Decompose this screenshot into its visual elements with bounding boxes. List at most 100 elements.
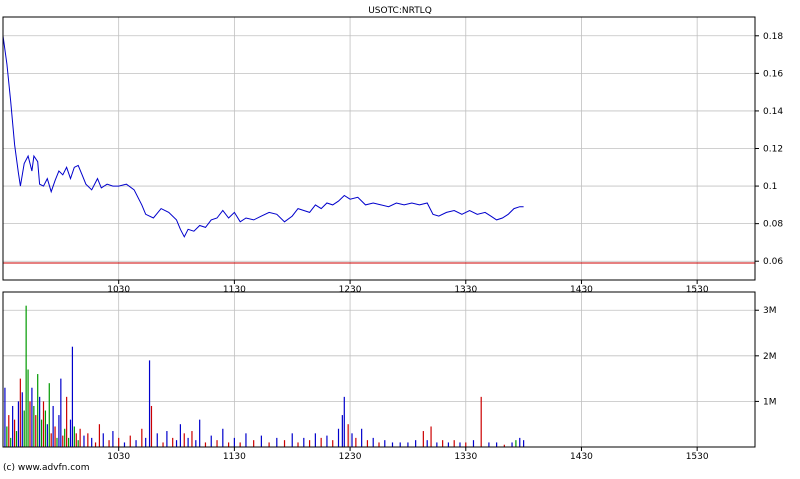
volume-bar: [148, 360, 151, 447]
volume-bar: [37, 374, 39, 447]
volume-bar: [415, 440, 417, 447]
volume-bar: [341, 415, 343, 447]
volume-bar: [27, 369, 29, 447]
volume-bar: [216, 440, 218, 447]
volume-bar: [179, 424, 181, 447]
volume-bar: [511, 442, 513, 447]
volume-bar: [523, 440, 525, 447]
volume-bar: [39, 396, 41, 447]
volume-bar: [79, 428, 81, 447]
volume-bar: [347, 424, 349, 447]
volume-bar: [19, 378, 21, 447]
volume-bar: [426, 440, 428, 447]
volume-bar: [156, 433, 158, 447]
volume-bar: [62, 435, 64, 447]
volume-bar: [29, 401, 31, 447]
volume-bar: [472, 440, 475, 447]
volume-bar: [48, 383, 50, 447]
volume-bar: [23, 410, 25, 447]
volume-bar: [291, 433, 293, 447]
footer-copyright: (c) www.advfn.com: [3, 463, 89, 473]
volume-bar: [4, 387, 6, 447]
price-panel: 0.060.080.10.120.140.160.181030 1130 1230 1…: [2, 16, 783, 295]
chart-root: 0.06 0.08 0.1 0.12 0.14 0.16 0.18 1030 1130 1230 1…: [0, 0, 800, 475]
chart-title: USOTC:NRTLQ: [368, 6, 432, 16]
volume-x-tick-label: 1230: [339, 452, 362, 462]
volume-bar: [15, 431, 18, 447]
volume-bar: [112, 431, 114, 447]
price-y-tick-label: 0.08: [763, 220, 783, 230]
volume-bar: [118, 437, 120, 447]
volume-bar: [442, 440, 444, 447]
volume-bar: [35, 415, 37, 447]
volume-bar: [166, 431, 168, 447]
volume-bar: [326, 435, 328, 447]
volume-bar: [162, 442, 164, 447]
volume-x-tick-label: 1530: [686, 452, 709, 462]
volume-y-tick-label: 1M: [763, 397, 777, 407]
price-y-tick-label: 0.14: [763, 107, 783, 117]
volume-bar: [337, 428, 340, 447]
volume-bar: [135, 440, 137, 447]
volume-bar: [21, 392, 23, 447]
volume-bar: [195, 440, 197, 447]
volume-bar: [71, 346, 74, 447]
volume-bar: [31, 387, 33, 447]
volume-x-tick-label: 1130: [223, 452, 246, 462]
volume-bar: [430, 426, 432, 447]
volume-bar: [13, 419, 16, 447]
volume-bar: [407, 442, 409, 447]
volume-bar: [399, 442, 401, 447]
volume-bar: [465, 442, 467, 447]
volume-bar: [351, 433, 353, 447]
volume-bar: [199, 419, 201, 447]
volume-bar: [453, 440, 455, 447]
volume-bar: [98, 424, 101, 447]
volume-bar: [204, 442, 207, 447]
volume-bar: [303, 437, 305, 447]
volume-bar: [94, 442, 97, 447]
volume-bar: [60, 378, 62, 447]
volume-bar: [129, 435, 131, 447]
volume-plot-area: [3, 292, 755, 447]
volume-bar: [187, 437, 189, 447]
volume-bar: [366, 440, 369, 447]
volume-bar: [123, 442, 126, 447]
volume-bar: [91, 437, 93, 447]
volume-bar: [52, 405, 54, 447]
volume-bar: [314, 433, 316, 447]
volume-bar: [69, 419, 72, 447]
volume-bar: [73, 426, 75, 447]
volume-bar: [276, 437, 278, 447]
volume-bar: [245, 433, 247, 447]
volume-bar: [75, 433, 77, 447]
volume-bar: [391, 442, 394, 447]
volume-bar: [210, 435, 212, 447]
volume-bar: [83, 435, 85, 447]
volume-bar: [150, 405, 153, 447]
volume-bar: [33, 405, 35, 447]
volume-bar: [228, 442, 230, 447]
volume-bar: [233, 437, 235, 447]
volume-bar: [46, 424, 48, 447]
volume-bar: [320, 437, 322, 447]
price-y-tick-label: 0.18: [763, 32, 783, 42]
volume-bar: [488, 442, 490, 447]
volume-bar: [67, 437, 70, 447]
volume-bar: [283, 440, 286, 447]
volume-bar: [56, 437, 58, 447]
chart-svg: 0.060.080.10.120.140.160.181030 1130 1230 1…: [2, 6, 783, 473]
volume-bar: [172, 437, 174, 447]
volume-bar: [384, 440, 386, 447]
volume-bar: [77, 440, 79, 447]
volume-y-tick-label: 2M: [763, 352, 777, 362]
volume-bar: [519, 437, 521, 447]
volume-bar: [308, 440, 311, 447]
volume-x-tick-label: 1430: [570, 452, 593, 462]
volume-bar: [447, 442, 450, 447]
volume-bar: [515, 440, 517, 447]
volume-bar: [66, 396, 68, 447]
volume-bar: [422, 431, 424, 447]
volume-bar: [40, 419, 43, 447]
volume-bar: [8, 415, 10, 447]
